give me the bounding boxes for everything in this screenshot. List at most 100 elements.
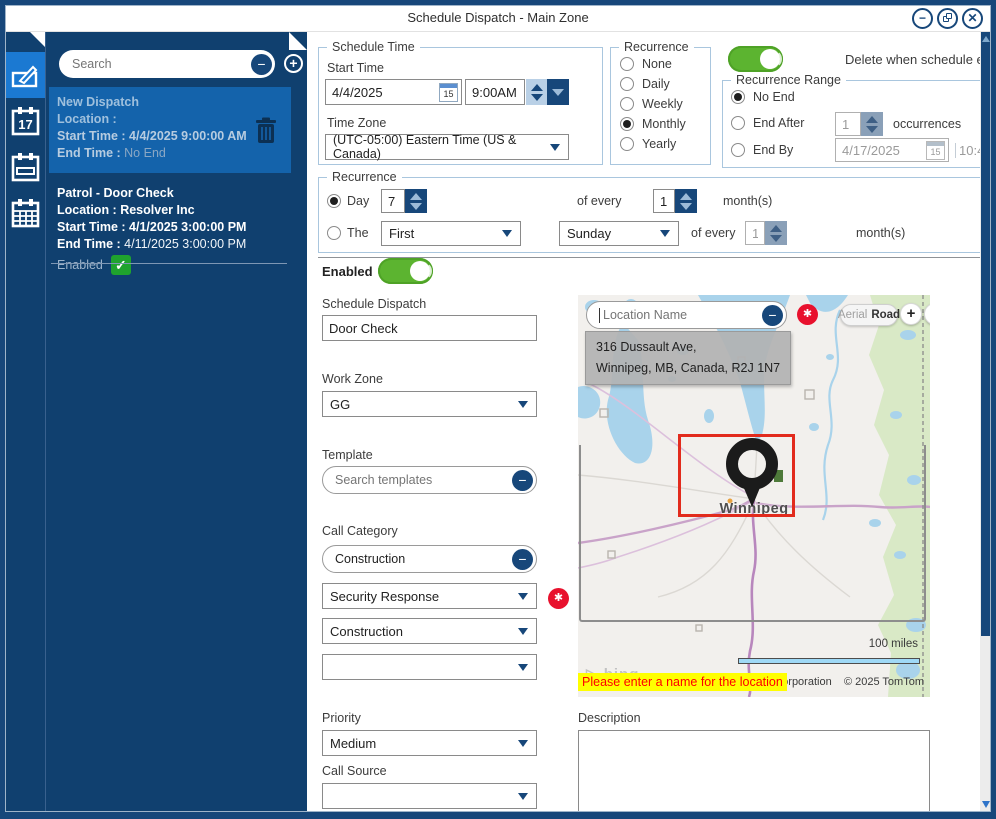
radio-no-end[interactable] xyxy=(731,90,745,104)
recurrence-legend: Recurrence xyxy=(619,40,694,54)
add-dispatch-button[interactable]: + xyxy=(284,54,303,73)
dispatch-list-item-selected[interactable]: New Dispatch Location : Start Time : 4/4… xyxy=(49,87,291,173)
panel-corner xyxy=(289,32,307,50)
start-time-input[interactable] xyxy=(466,84,524,100)
call-category-level1-value: Security Response xyxy=(330,588,440,604)
sidebar-item-month-view[interactable] xyxy=(5,190,45,236)
dispatch-search: − xyxy=(59,50,275,78)
day-number-spinner[interactable] xyxy=(405,189,427,213)
sidebar-item-week-view[interactable] xyxy=(5,144,45,190)
chevron-down-icon xyxy=(518,792,528,800)
minimize-button[interactable]: − xyxy=(912,8,933,29)
call-source-select[interactable] xyxy=(322,783,537,809)
address-tooltip: 316 Dussault Ave, Winnipeg, MB, Canada, … xyxy=(585,331,792,385)
collapse-corner-icon[interactable] xyxy=(289,32,307,50)
occurrences-input[interactable] xyxy=(836,116,860,132)
view-switcher-strip: 17 xyxy=(5,32,45,814)
schedule-dispatch-input[interactable] xyxy=(323,320,536,336)
the-label: The xyxy=(347,226,369,240)
map-zoom-in-button[interactable]: + xyxy=(900,303,922,325)
radio-daily[interactable] xyxy=(620,77,634,91)
day-number-input[interactable] xyxy=(382,193,404,209)
months-label: month(s) xyxy=(723,194,773,208)
scroll-up-icon[interactable] xyxy=(981,36,990,42)
enabled-toggle[interactable] xyxy=(378,258,433,284)
end-after-label: End After xyxy=(753,116,805,130)
end-by-date-input[interactable] xyxy=(836,142,926,158)
dispatch-list-item[interactable]: Patrol - Door Check Location : Resolver … xyxy=(49,178,291,275)
address-line2: Winnipeg, MB, Canada, R2J 1N7 xyxy=(596,361,781,375)
time-dropdown-button[interactable] xyxy=(547,79,569,105)
sidebar-item-day-view[interactable]: 17 xyxy=(5,98,45,144)
time-zone-select[interactable]: (UTC-05:00) Eastern Time (US & Canada) xyxy=(325,133,569,161)
radio-yearly[interactable] xyxy=(620,137,634,151)
delete-when-ends-toggle[interactable] xyxy=(728,46,783,72)
radio-the-ordinal[interactable] xyxy=(327,226,341,240)
aerial-option[interactable]: Aerial xyxy=(838,309,867,321)
priority-select[interactable]: Medium xyxy=(322,730,537,756)
day-number-field xyxy=(381,189,405,213)
call-category-level2-select[interactable]: Construction xyxy=(322,618,537,644)
location-name-input[interactable] xyxy=(603,308,762,322)
radio-monthly[interactable] xyxy=(620,117,634,131)
minus-icon: − xyxy=(518,471,527,488)
calendar-picker-icon[interactable]: 15 xyxy=(439,82,458,102)
weekday-value: Sunday xyxy=(567,226,612,241)
day-label: Day xyxy=(347,194,370,208)
month-interval-input[interactable] xyxy=(654,193,674,209)
monthly-recurrence-legend: Recurrence xyxy=(327,170,402,184)
ordinal-value: First xyxy=(389,226,415,241)
titlebar: Schedule Dispatch - Main Zone − ✕ xyxy=(5,5,991,32)
calendar-picker-icon[interactable]: 15 xyxy=(926,140,945,160)
delete-dispatch-icon[interactable] xyxy=(255,117,277,144)
call-category-search-input[interactable] xyxy=(335,552,512,566)
radio-end-after[interactable] xyxy=(731,116,745,130)
calendar-day-icon: 17 xyxy=(11,107,40,136)
location-value: Resolver Inc xyxy=(120,203,195,217)
map-style-switcher[interactable]: Aerial Road xyxy=(838,304,900,326)
start-label: Start Time : xyxy=(57,129,126,143)
clear-call-category-button[interactable]: − xyxy=(512,548,533,570)
minus-icon: − xyxy=(518,550,527,567)
time-spinner[interactable] xyxy=(526,79,547,105)
location-pin-icon[interactable] xyxy=(718,437,786,509)
month-interval-spinner[interactable] xyxy=(675,189,697,213)
the-interval-input[interactable] xyxy=(746,225,764,241)
template-search-input[interactable] xyxy=(335,473,512,487)
occurrences-spinner[interactable] xyxy=(861,112,883,136)
weekday-select[interactable]: Sunday xyxy=(559,221,679,246)
call-category-level3-select[interactable] xyxy=(322,654,537,680)
radio-end-by[interactable] xyxy=(731,143,745,157)
call-category-label: Call Category xyxy=(322,524,398,538)
schedule-time-legend: Schedule Time xyxy=(327,40,420,54)
clear-search-button[interactable]: − xyxy=(251,53,272,75)
description-input[interactable] xyxy=(578,730,930,812)
the-interval-spinner[interactable] xyxy=(765,221,787,245)
sidebar-item-edit-dispatch[interactable] xyxy=(5,52,45,98)
restore-button[interactable] xyxy=(937,8,958,29)
start-value: 4/1/2025 3:00:00 PM xyxy=(129,220,247,234)
road-option[interactable]: Road xyxy=(871,309,900,321)
location-map[interactable]: Winnipeg − ✱ Aerial Road + 316 Dussault … xyxy=(578,295,930,697)
start-label: Start Time : xyxy=(57,220,126,234)
radio-none[interactable] xyxy=(620,57,634,71)
clear-location-button[interactable]: − xyxy=(762,304,783,326)
call-category-level1-select[interactable]: Security Response xyxy=(322,583,537,609)
clear-template-button[interactable]: − xyxy=(512,469,533,491)
schedule-dispatch-window: Schedule Dispatch - Main Zone − ✕ 17 Sea… xyxy=(0,0,996,819)
work-zone-value: GG xyxy=(330,396,351,412)
scrollbar-thumb[interactable] xyxy=(981,32,990,636)
dispatch-search-input[interactable] xyxy=(72,57,251,71)
scroll-down-icon[interactable] xyxy=(980,801,991,808)
calendar-month-icon xyxy=(11,199,40,228)
start-date-input[interactable] xyxy=(326,84,439,100)
radio-weekly[interactable] xyxy=(620,97,634,111)
vertical-scrollbar[interactable] xyxy=(980,32,991,812)
close-button[interactable]: ✕ xyxy=(962,8,983,29)
ordinal-select[interactable]: First xyxy=(381,221,521,246)
work-zone-label: Work Zone xyxy=(322,372,383,386)
occurrences-label: occurrences xyxy=(893,117,962,131)
work-zone-select[interactable]: GG xyxy=(322,391,537,417)
end-by-label: End By xyxy=(753,143,794,157)
radio-day-of-month[interactable] xyxy=(327,194,341,208)
